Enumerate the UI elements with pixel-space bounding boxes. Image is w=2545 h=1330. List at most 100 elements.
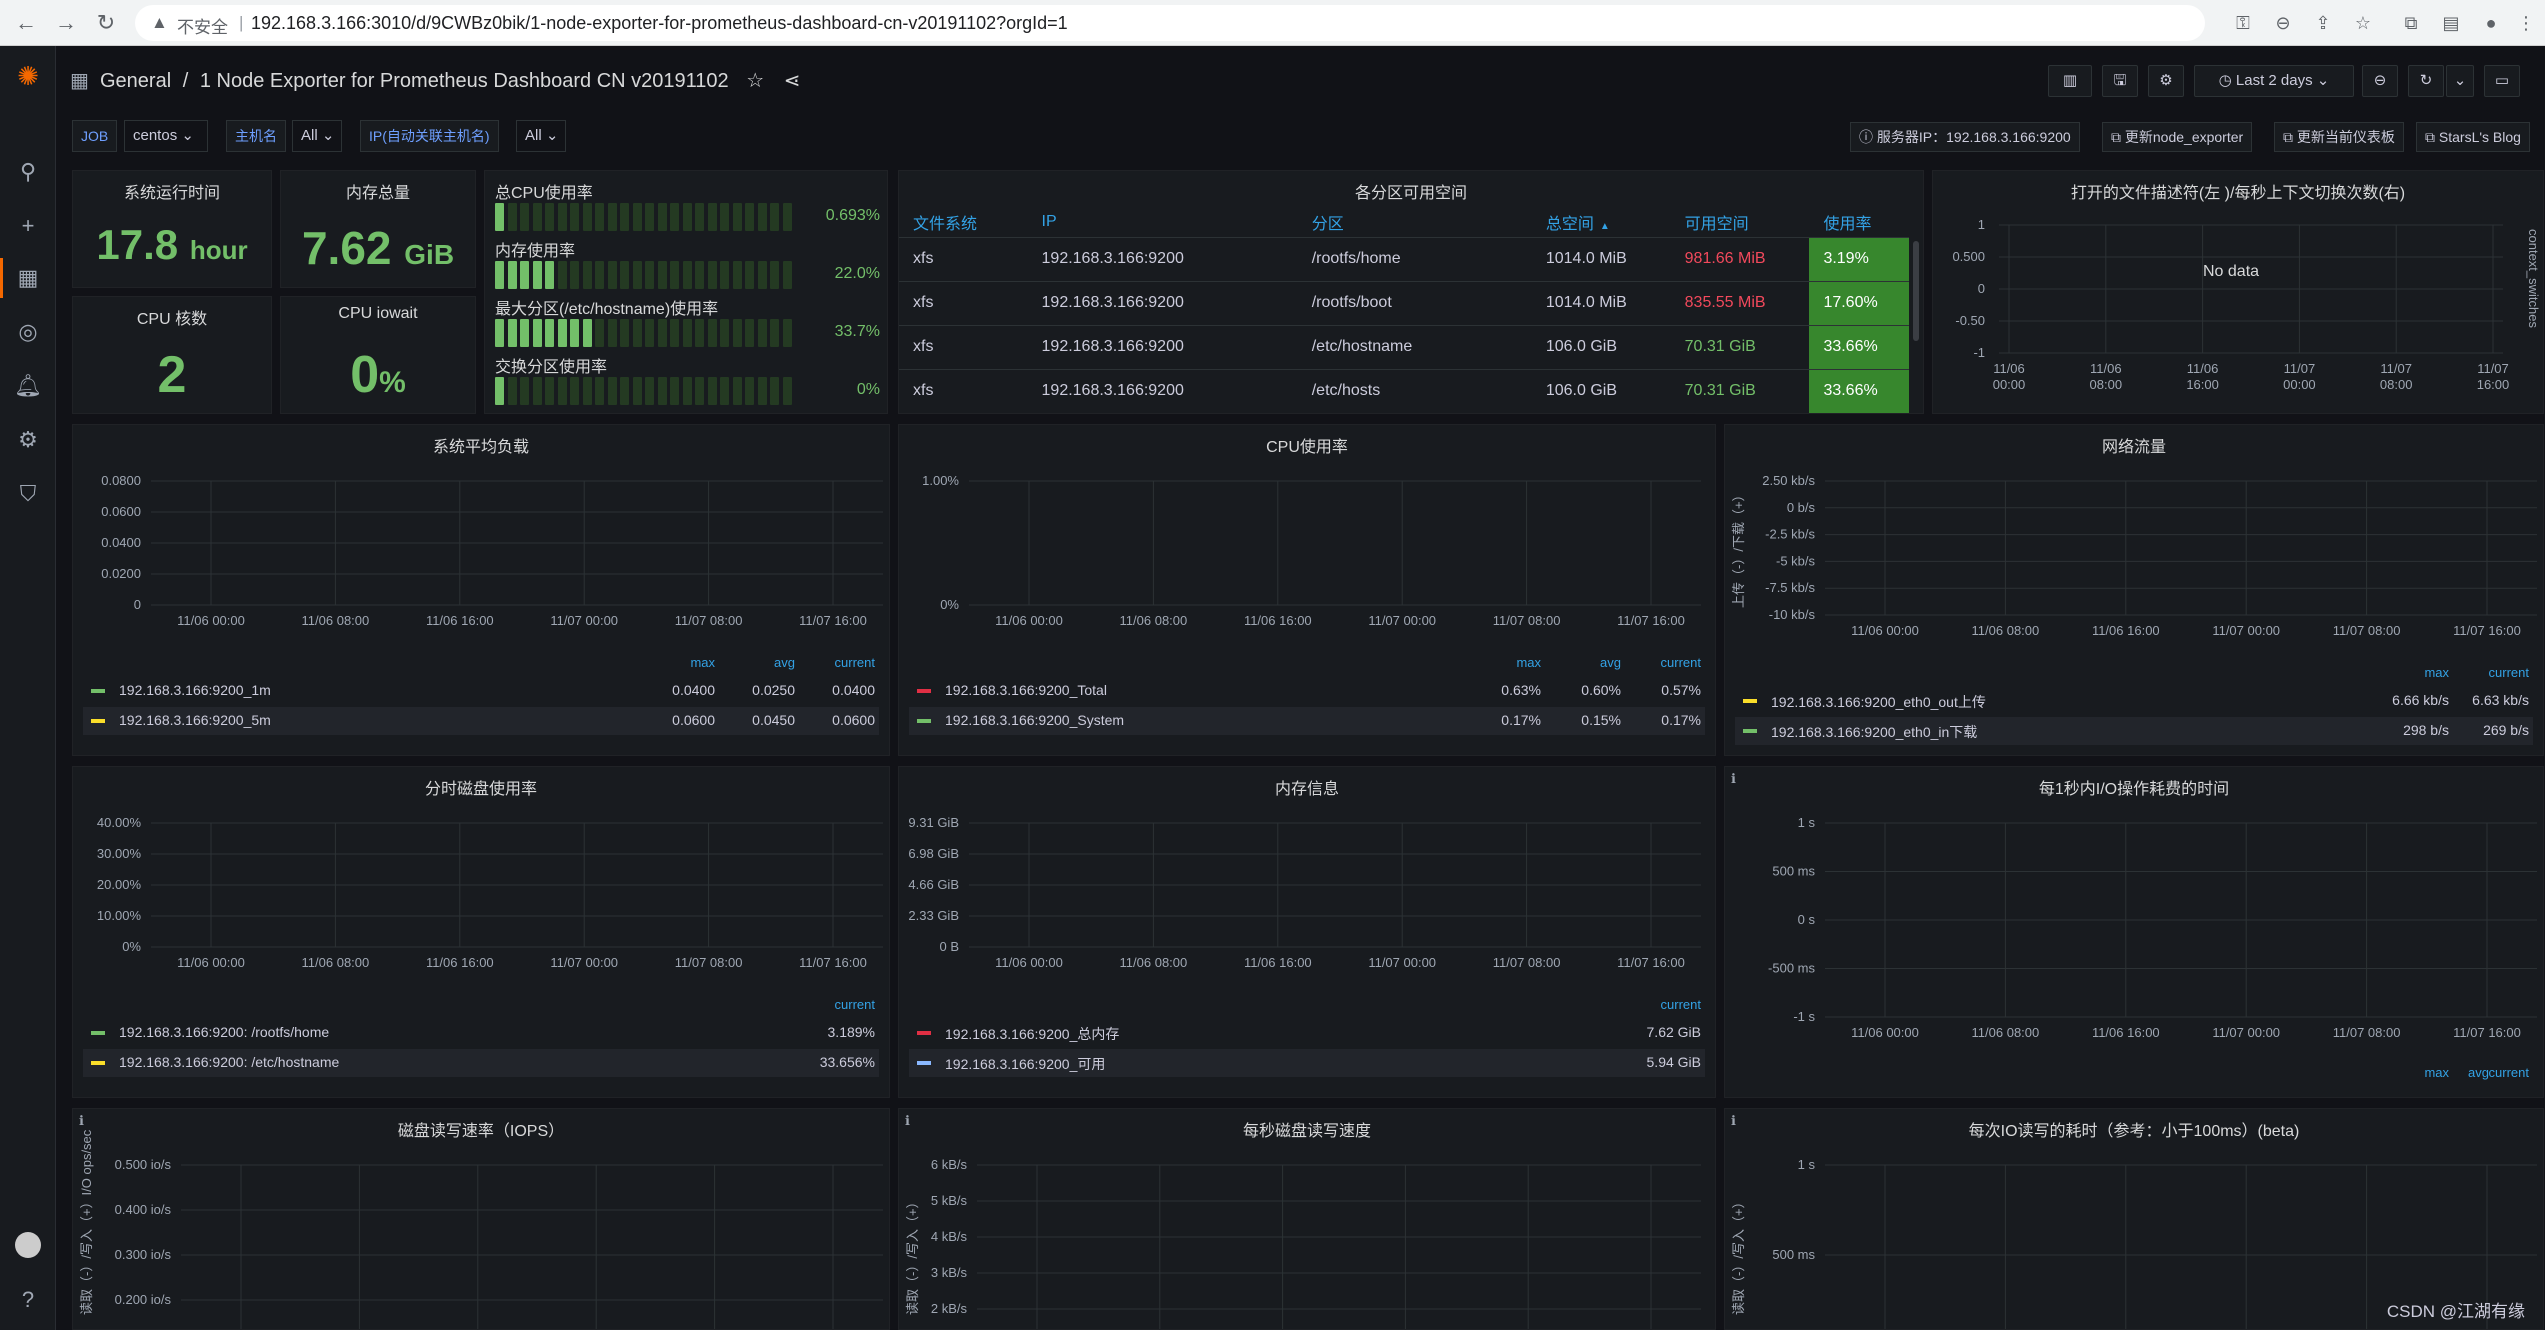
legend-row[interactable]: 192.168.3.166:9200: /etc/hostname 33.656% [83,1049,879,1077]
legend-series-name: 192.168.3.166:9200_1m [119,682,271,698]
scrollbar[interactable] [1913,241,1919,341]
legend-row[interactable]: 192.168.3.166:9200_eth0_out上传 6.66 kb/s 6.… [1735,687,2533,715]
address-bar[interactable]: ▲ 不安全 | 192.168.3.166:3010/d/9CWBz0bik/1… [135,5,2205,41]
host-select[interactable]: All ⌄ [292,120,342,152]
ip-select[interactable]: All ⌄ [516,120,566,152]
network-panel[interactable]: 网络流量 2.50 kb/s 0 b/s -2.5 kb/s -5 kb/s -7.5 k… [1724,424,2544,756]
alerting-icon[interactable]: 🔔︎ [14,372,42,400]
legend-column-header[interactable]: current [835,997,875,1017]
add-panel-button[interactable]: ▥ [2048,65,2092,97]
reload-icon[interactable]: ↻ [94,11,118,35]
legend-column-header[interactable]: current [835,655,875,675]
breadcrumb-folder[interactable]: General [100,70,171,92]
avatar[interactable] [14,1232,42,1260]
legend-column-header[interactable]: current [1661,655,1701,675]
legend-column-header[interactable]: current [1661,997,1701,1017]
legend-row[interactable]: 192.168.3.166:9200: /rootfs/home 3.189% [83,1019,879,1047]
share-icon[interactable]: ⇪ [2312,12,2334,34]
legend-row[interactable]: 192.168.3.166:9200_5m 0.0600 0.0450 0.0600 [83,707,879,735]
back-icon[interactable]: ← [14,11,38,35]
zoom-icon[interactable]: ⊖ [2272,12,2294,34]
blog-link[interactable]: ⧉ StarsL's Blog [2416,122,2530,152]
gauge-cell [532,261,542,289]
column-header[interactable]: 分区 [1297,207,1532,238]
iops-panel[interactable]: ℹ 磁盘读写速率（IOPS） 0.500 io/s 0.400 io/s 0.300 i… [72,1108,890,1330]
search-icon[interactable]: ⚲ [14,158,42,186]
help-icon[interactable]: ? [14,1286,42,1314]
usage-bar-gauge-panel[interactable]: 总CPU使用率 0.693% 内存使用率 22.0% 最大分区(/etc/hostnam… [484,170,888,414]
grafana-logo-icon[interactable]: ✺ [14,62,42,90]
load-panel[interactable]: 系统平均负载 0.0800 0.0600 0.0400 0.0200 0 11/06 00:… [72,424,890,756]
column-header[interactable]: 总空间 ▲ [1531,207,1671,238]
legend-row[interactable]: 192.168.3.166:9200_System 0.17% 0.15% 0.17% [909,707,1705,735]
legend-column-header[interactable]: max [1516,655,1541,675]
legend-column-header[interactable]: avg [2468,1065,2489,1085]
table-row[interactable]: xfs 192.168.3.166:9200/rootfs/home 1014.0 … [899,237,1909,282]
cpu-iowait-panel[interactable]: CPU iowait 0% [280,296,476,414]
job-select[interactable]: centos ⌄ [124,120,208,152]
table-row[interactable]: xfs 192.168.3.166:9200/etc/hosts 106.0 GiB… [899,369,1909,413]
gauge-cell [545,377,554,405]
cpu-panel[interactable]: CPU使用率 1.00% 0% 11/06 00:00 11/06 08:00 11/06… [898,424,1716,756]
gauge-cell [507,261,517,289]
io-time-panel[interactable]: ℹ 每1秒内I/O操作耗费的时间 1 s 500 ms 0 s -500 ms -1 s 11… [1724,766,2544,1098]
save-button[interactable]: 🖫︎ [2102,65,2138,97]
settings-button[interactable]: ⚙ [2148,65,2184,97]
shield-icon[interactable]: ⛉ [14,480,42,508]
menu-icon[interactable]: ⋮ [2515,12,2537,34]
forward-icon[interactable]: → [54,11,78,35]
table-row[interactable]: xfs 192.168.3.166:9200/rootfs/boot 1014.0 … [899,281,1909,326]
legend-row[interactable]: 192.168.3.166:9200_可用 5.94 GiB [909,1049,1705,1077]
create-icon[interactable]: + [14,212,42,240]
column-header[interactable]: IP [1027,207,1298,238]
memory-total-panel[interactable]: 内存总量 7.62 GiB [280,170,476,288]
fd-graph[interactable]: 10.5000-0.50-111/0600:0011/0608:0011/061… [1933,171,2544,414]
file-descriptor-panel[interactable]: 打开的文件描述符(左 )/每秒上下文切换次数(右) 1 0.500 0 -0.50 -1… [1932,170,2544,414]
graph-area[interactable]: 6 kB/s5 kB/s4 kB/s3 kB/s2 kB/s1 kB/s读取（-… [899,1109,1716,1330]
legend-column-header[interactable]: max [690,655,715,675]
legend-row[interactable]: 192.168.3.166:9200_总内存 7.62 GiB [909,1019,1705,1047]
update-exporter-link[interactable]: ⧉ 更新node_exporter [2102,122,2253,152]
profile-icon[interactable]: ● [2480,12,2502,34]
star-icon[interactable]: ☆ [2352,12,2374,34]
extensions-icon[interactable]: ⧉ [2400,12,2422,34]
uptime-panel[interactable]: 系统运行时间 17.8 hour [72,170,272,288]
column-header[interactable]: 使用率 [1809,207,1909,238]
server-ip-link[interactable]: ⓘ 服务器IP：192.168.3.166:9200 [1850,122,2080,152]
cpu-cores-panel[interactable]: CPU 核数 2 [72,296,272,414]
disk-panel[interactable]: 分时磁盘使用率 40.00% 30.00% 20.00% 10.00% 0% 11/06 0… [72,766,890,1098]
legend-column-header[interactable]: max [2424,1065,2449,1085]
time-picker[interactable]: ◷ Last 2 days ⌄ [2194,65,2354,97]
settings-icon[interactable]: ⚙ [14,426,42,454]
gauge-cell [620,319,629,347]
legend-column-header[interactable]: avg [774,655,795,675]
column-header[interactable]: 可用空间 [1670,207,1810,238]
url-text[interactable]: 192.168.3.166:3010/d/9CWBz0bik/1-node-ex… [251,13,1068,34]
refresh-button[interactable]: ↻ [2408,65,2444,97]
partition-table-panel[interactable]: 各分区可用空间 文件系统 IP 分区 总空间 ▲ 可用空间 使用率 xfs 192.168.3… [898,170,1924,414]
mem-panel[interactable]: 内存信息 9.31 GiB 6.98 GiB 4.66 GiB 2.33 GiB 0 B1… [898,766,1716,1098]
column-header[interactable]: 文件系统 [899,207,1028,238]
disk-speed-panel[interactable]: ℹ每秒磁盘读写速度6 kB/s5 kB/s4 kB/s3 kB/s2 kB/s1… [898,1108,1716,1330]
refresh-interval-button[interactable]: ⌄ [2446,65,2474,97]
legend-row[interactable]: 192.168.3.166:9200_Total 0.63% 0.60% 0.57% [909,677,1705,705]
key-icon[interactable]: ⚿ [2232,12,2254,34]
update-dashboard-link[interactable]: ⧉ 更新当前仪表板 [2274,122,2404,152]
legend-row[interactable]: 192.168.3.166:9200_1m 0.0400 0.0250 0.0400 [83,677,879,705]
legend-column-header[interactable]: max [2424,665,2449,685]
sidepanel-icon[interactable]: ▤ [2440,12,2462,34]
legend-column-header[interactable]: current [2489,1065,2529,1085]
legend-column-header[interactable]: current [2489,665,2529,685]
legend-column-header[interactable]: avg [1600,655,1621,675]
zoom-out-button[interactable]: ⊖ [2362,65,2398,97]
graph-area[interactable]: 0.500 io/s 0.400 io/s 0.300 io/s 0.200 io/s… [73,1109,890,1330]
graph-area[interactable]: 1 s 500 ms 0 s -500 ms -1 s 11/06 00:00 11/06 … [1725,767,2544,1098]
tv-mode-button[interactable]: ▭ [2484,65,2520,97]
star-icon[interactable]: ☆ [746,70,764,92]
dashboard-title[interactable]: 1 Node Exporter for Prometheus Dashboard… [200,70,729,92]
legend-row[interactable]: 192.168.3.166:9200_eth0_in下载 298 b/s 269 b… [1735,717,2533,745]
dashboards-icon[interactable]: ▦ [14,264,42,292]
explore-icon[interactable]: ◎ [14,318,42,346]
table-row[interactable]: xfs 192.168.3.166:9200/etc/hostname 106.0 … [899,325,1909,370]
share-icon[interactable]: ⋖ [784,70,801,92]
